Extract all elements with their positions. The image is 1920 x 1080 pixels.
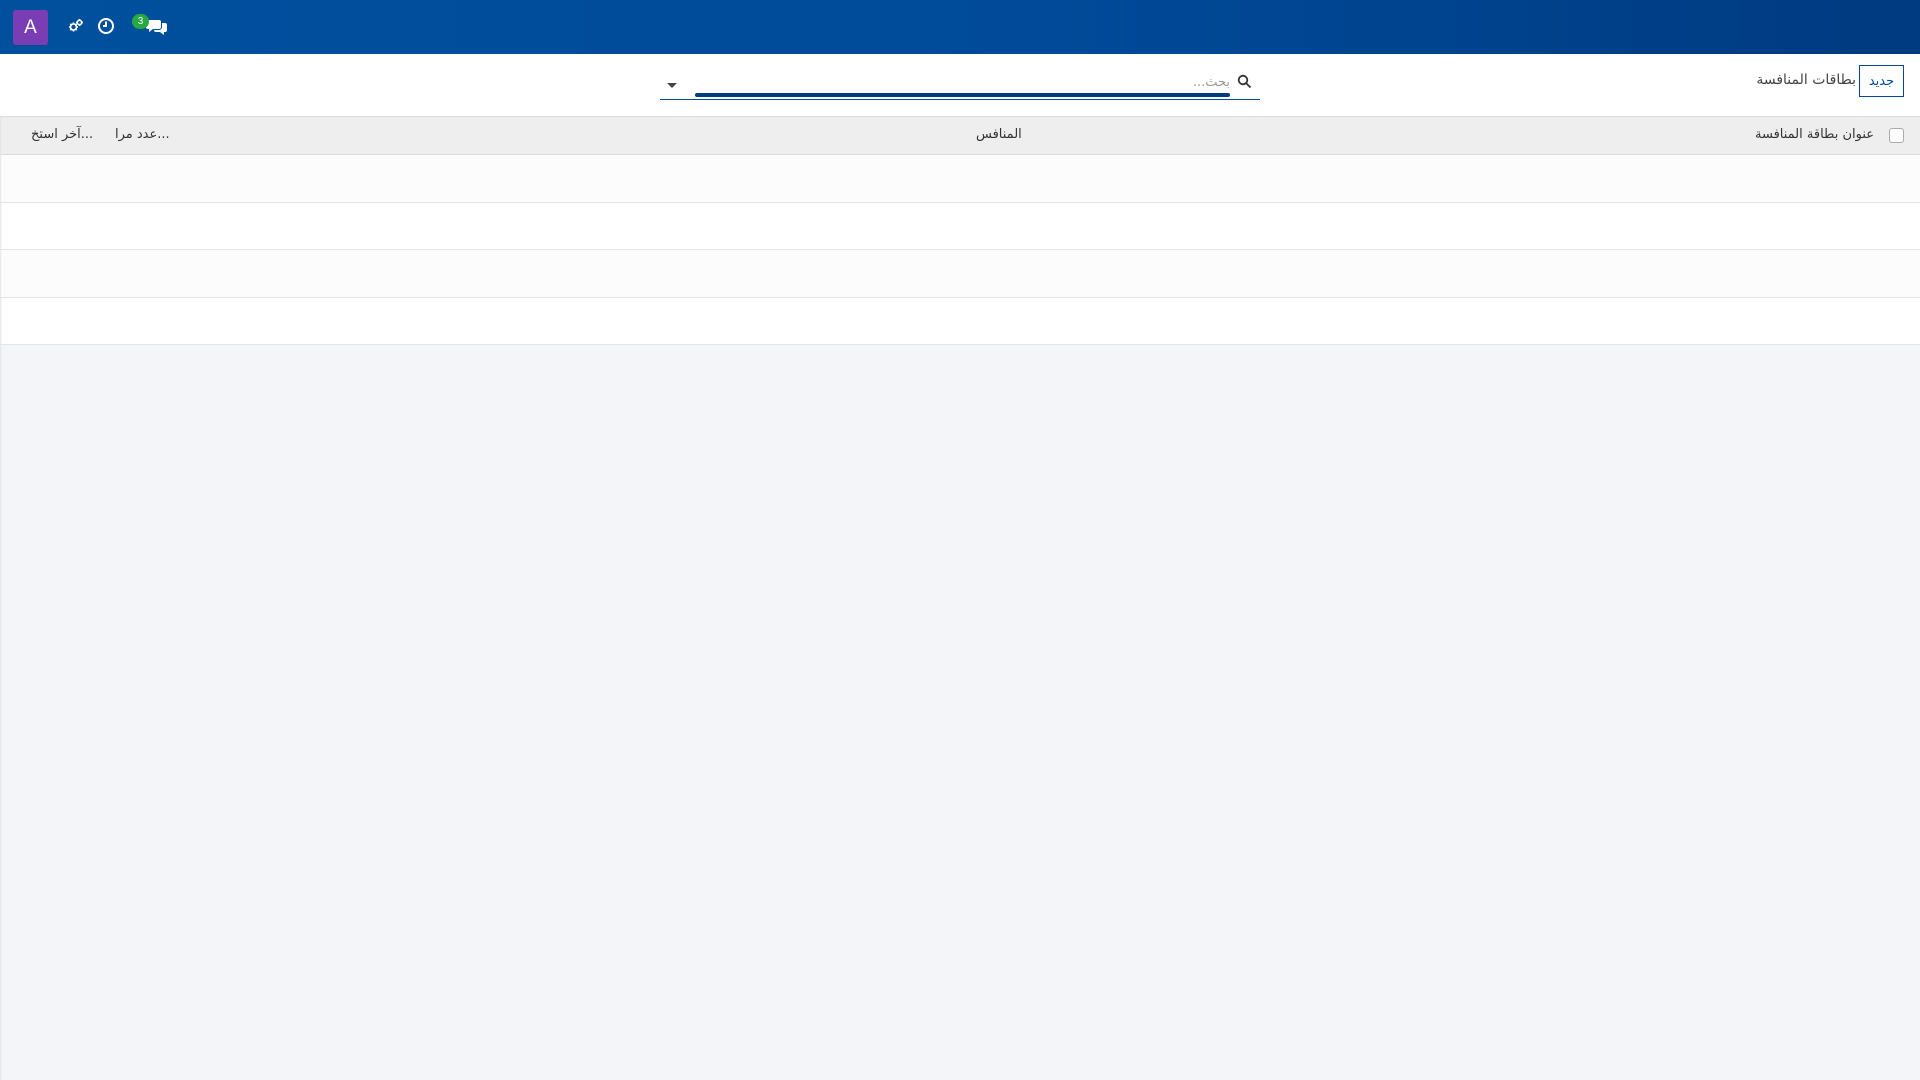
notification-badge: 3 [132, 14, 149, 29]
search-icon[interactable] [1237, 74, 1252, 89]
breadcrumb-title: بطاقات المنافسة [1756, 72, 1856, 88]
list-table: عنوان بطاقة المنافسة المنافس عدد مرا... … [0, 117, 1920, 345]
column-header-view-count[interactable]: عدد مرا... [115, 127, 170, 142]
user-avatar[interactable]: A [13, 10, 48, 45]
column-header-title[interactable]: عنوان بطاقة المنافسة [1755, 127, 1874, 142]
settings-icon[interactable] [67, 17, 85, 35]
empty-table-row [0, 202, 1920, 250]
table-header: عنوان بطاقة المنافسة المنافس عدد مرا... … [0, 117, 1920, 155]
left-edge-shadow [0, 117, 2, 1080]
search-input[interactable] [700, 70, 1230, 94]
select-all-checkbox[interactable] [1889, 128, 1904, 143]
clock-icon[interactable] [97, 17, 115, 35]
empty-table-row [0, 155, 1920, 203]
new-button[interactable]: جديد [1859, 65, 1904, 97]
caret-down-icon[interactable] [666, 76, 678, 88]
column-header-competitor[interactable]: المنافس [976, 127, 1022, 142]
search-box [660, 68, 1260, 100]
table-body [0, 155, 1920, 345]
empty-table-row [0, 297, 1920, 345]
column-header-last-used[interactable]: آخر استخ... [31, 127, 93, 142]
top-navbar: A 3 [0, 0, 1920, 54]
control-panel: جديد بطاقات المنافسة [0, 54, 1920, 117]
chat-icon[interactable] [146, 17, 168, 35]
empty-table-row [0, 250, 1920, 298]
search-input-underline [695, 93, 1230, 97]
